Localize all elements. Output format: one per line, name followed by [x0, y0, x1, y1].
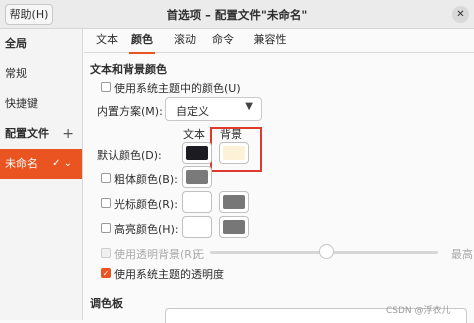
- section-text-background: 文本和背景颜色: [90, 63, 167, 76]
- highlight-color-label: 高亮颜色(H):: [114, 223, 179, 236]
- sidebar-item-general[interactable]: 常规: [0, 61, 82, 87]
- cursor-text-color-button[interactable]: [182, 191, 212, 213]
- default-text-swatch: [186, 146, 208, 160]
- builtin-scheme-dropdown[interactable]: 自定义 ▼: [165, 97, 262, 121]
- window-title: 首选项 – 配置文件"未命名": [166, 8, 308, 22]
- highlight-text-swatch: [186, 220, 208, 234]
- default-background-swatch: [223, 146, 245, 160]
- tab-command[interactable]: 命令: [210, 29, 236, 52]
- close-icon: ✕: [456, 9, 465, 20]
- tab-text[interactable]: 文本: [94, 29, 120, 52]
- bold-color-button[interactable]: [182, 166, 212, 188]
- sidebar-item-shortcuts[interactable]: 快捷键: [0, 91, 82, 117]
- builtin-scheme-value: 自定义: [176, 105, 209, 118]
- chevron-down-icon: ▼: [245, 101, 253, 112]
- tab-bar: 文本 颜色 滚动 命令 兼容性: [84, 29, 474, 54]
- transparent-background-checkbox[interactable]: [101, 248, 111, 258]
- system-transparency-label: 使用系统主题的透明度: [114, 268, 224, 281]
- system-transparency-checkbox[interactable]: ✓: [101, 268, 111, 278]
- sidebar-item-profile-unnamed[interactable]: 未命名 ✓ ⌄: [0, 149, 82, 179]
- tab-compatibility[interactable]: 兼容性: [250, 29, 290, 52]
- add-profile-icon[interactable]: +: [62, 121, 74, 147]
- cursor-color-checkbox[interactable]: [101, 198, 111, 208]
- slider-max-label: 最高: [451, 248, 473, 261]
- section-palette: 调色板: [90, 297, 123, 310]
- sidebar-heading-profiles: 配置文件 +: [0, 121, 82, 147]
- watermark: CSDN @浮衣儿: [386, 306, 451, 316]
- builtin-scheme-label: 内置方案(M):: [97, 105, 163, 118]
- sidebar-profiles-label: 配置文件: [5, 127, 49, 140]
- tab-colors[interactable]: 颜色: [129, 29, 155, 54]
- sidebar: 全局 常规 快捷键 配置文件 + 未命名 ✓ ⌄: [0, 29, 83, 320]
- close-button[interactable]: ✕: [452, 6, 469, 23]
- tab-scrolling[interactable]: 滚动: [172, 29, 198, 52]
- column-header-text: 文本: [183, 128, 205, 141]
- highlight-background-swatch: [223, 220, 245, 234]
- default-color-label: 默认颜色(D):: [97, 149, 162, 162]
- bold-swatch: [186, 170, 208, 184]
- use-system-colors-label: 使用系统主题中的颜色(U): [114, 82, 241, 95]
- bold-color-label: 粗体颜色(B):: [114, 173, 178, 186]
- cursor-text-swatch: [186, 195, 208, 209]
- profile-name: 未命名: [5, 157, 38, 170]
- slider-min-label: 无: [193, 248, 204, 261]
- profile-menu-icon[interactable]: ✓ ⌄: [52, 149, 72, 179]
- transparent-background-label: 使用透明背景(R): [114, 248, 197, 261]
- cursor-color-label: 光标颜色(R):: [114, 198, 178, 211]
- highlight-text-color-button[interactable]: [182, 216, 212, 238]
- highlight-background-color-button[interactable]: [219, 216, 249, 238]
- use-system-colors-checkbox[interactable]: [101, 82, 111, 92]
- cursor-background-color-button[interactable]: [219, 191, 249, 213]
- transparency-slider-handle[interactable]: [319, 244, 334, 259]
- sidebar-heading-global: 全局: [5, 37, 27, 50]
- default-text-color-button[interactable]: [182, 142, 212, 164]
- highlight-color-checkbox[interactable]: [101, 223, 111, 233]
- title-bar: 帮助(H) 首选项 – 配置文件"未命名" ✕: [0, 0, 474, 29]
- bold-color-checkbox[interactable]: [101, 173, 111, 183]
- cursor-background-swatch: [223, 195, 245, 209]
- default-background-color-button[interactable]: [219, 142, 249, 164]
